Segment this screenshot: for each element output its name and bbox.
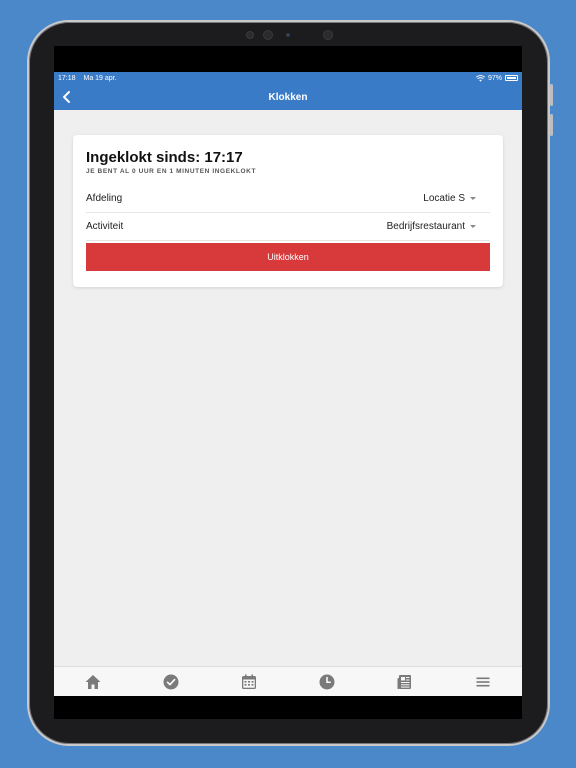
calendar-icon	[242, 674, 256, 689]
front-camera	[263, 30, 273, 40]
clocked-in-duration: JE BENT AL 0 UUR EN 1 MINUTEN INGEKLOKT	[86, 168, 257, 175]
chevron-left-icon[interactable]	[60, 90, 74, 104]
activity-row[interactable]: Activiteit Bedrijfsrestaurant	[86, 213, 490, 241]
chevron-down-icon	[470, 225, 476, 228]
status-left: 17:18 Ma 19 apr.	[58, 75, 123, 82]
tab-clock[interactable]	[312, 670, 342, 694]
screen: 17:18 Ma 19 apr. 97% Klokken Ingeklokt s…	[54, 46, 522, 719]
activity-label: Activiteit	[86, 221, 124, 232]
app-view: 17:18 Ma 19 apr. 97% Klokken Ingeklokt s…	[54, 72, 522, 696]
news-icon	[397, 674, 411, 689]
status-bar: 17:18 Ma 19 apr. 97%	[54, 72, 522, 84]
activity-value: Bedrijfsrestaurant	[386, 221, 465, 232]
sensor-dot	[246, 31, 254, 39]
chevron-down-icon	[470, 197, 476, 200]
sensor-dot-right	[323, 30, 333, 40]
tab-home[interactable]	[78, 670, 108, 694]
side-button-top	[550, 84, 553, 106]
status-time: 17:18	[58, 74, 76, 82]
menu-icon	[476, 677, 490, 686]
department-value: Locatie S	[423, 193, 465, 204]
screen-bezel-top	[54, 46, 522, 72]
page-title: Klokken	[268, 91, 308, 103]
screen-bezel-bottom	[54, 696, 522, 719]
tab-menu[interactable]	[468, 670, 498, 694]
clock-icon	[319, 674, 335, 689]
tab-calendar[interactable]	[234, 670, 264, 694]
status-date: Ma 19 apr.	[83, 74, 117, 82]
tab-news[interactable]	[390, 670, 420, 694]
clock-card: Ingeklokt sinds: 17:17 JE BENT AL 0 UUR …	[73, 135, 503, 287]
home-icon	[85, 674, 101, 689]
wifi-icon	[476, 74, 485, 82]
clock-out-button[interactable]: Uitklokken	[86, 243, 490, 271]
department-row[interactable]: Afdeling Locatie S	[86, 185, 490, 213]
side-button-volume	[550, 114, 553, 136]
nav-bar: Klokken	[54, 84, 522, 110]
activity-select[interactable]: Bedrijfsrestaurant	[387, 221, 490, 232]
department-label: Afdeling	[86, 193, 123, 204]
camera-bar	[29, 28, 548, 44]
clocked-in-title: Ingeklokt sinds: 17:17	[86, 149, 243, 166]
battery-icon	[505, 75, 518, 81]
battery-percent: 97%	[487, 74, 502, 82]
status-right: 97%	[476, 75, 518, 82]
tab-bar	[54, 666, 522, 696]
check-circle-icon	[163, 674, 179, 689]
department-select[interactable]: Locatie S	[423, 193, 490, 204]
tab-tasks[interactable]	[156, 670, 186, 694]
camera-indicator	[286, 33, 290, 37]
